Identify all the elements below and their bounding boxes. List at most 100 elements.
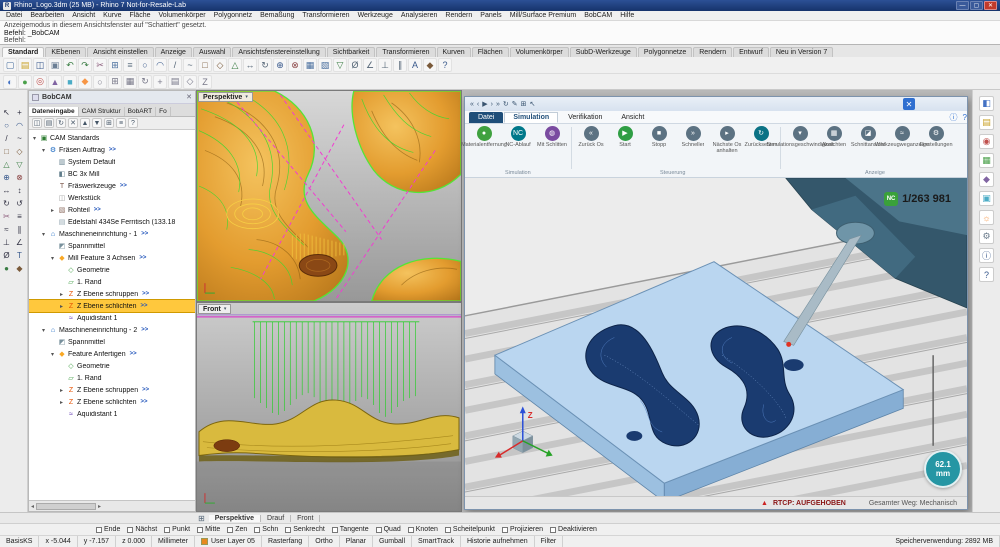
toolbar-icon[interactable]: ▤ [18, 58, 32, 72]
tree-item[interactable]: T Fräswerkzeuge >> [29, 180, 195, 192]
sim-quick-icon[interactable]: ✎ [512, 100, 518, 108]
tree-expand-icon[interactable]: ▾ [31, 135, 38, 142]
checkbox-icon[interactable] [332, 527, 338, 533]
tool-palette-icon[interactable]: + [13, 106, 26, 119]
machine-simulation-window[interactable]: «‹▶›»↻✎⊞↖ ✕ DateiSimulationVerifikationA… [464, 96, 968, 510]
toolbar-tab[interactable]: Flächen [472, 47, 509, 57]
menu-item[interactable]: Analysieren [397, 12, 442, 19]
tree-item[interactable]: ▸ Z Z Ebene schruppen >> [29, 384, 195, 396]
tool-palette-icon[interactable]: ≡ [13, 210, 26, 223]
tree-item-more[interactable]: >> [141, 231, 148, 237]
toolbar-icon[interactable]: ⊗ [288, 58, 302, 72]
osnap-toggle[interactable]: Quad [376, 526, 401, 533]
toolbar-tab[interactable]: Auswahl [193, 47, 231, 57]
checkbox-icon[interactable] [227, 527, 233, 533]
panel-toolbar-icon[interactable]: ↻ [56, 118, 66, 128]
menu-item[interactable]: Mill/Surface Premium [506, 12, 581, 19]
toolbar-icon[interactable]: ◠ [153, 58, 167, 72]
tree-item[interactable]: ▱ 1. Rand [29, 372, 195, 384]
toolbar-icon[interactable]: ≡ [123, 58, 137, 72]
toolbar-icon[interactable]: ✂ [93, 58, 107, 72]
tool-palette-icon[interactable]: △ [0, 158, 13, 171]
tool-palette-icon[interactable]: ↕ [13, 184, 26, 197]
tool-palette-icon[interactable]: ~ [13, 132, 26, 145]
sim-ribbon-button[interactable]: ■ Stopp [642, 126, 676, 148]
viewport-tab[interactable]: Perspektive [209, 515, 261, 522]
toolbar-icon[interactable]: + [153, 75, 167, 89]
menu-item[interactable]: Werkzeuge [354, 12, 397, 19]
tree-item[interactable]: ◇ Geometrie [29, 360, 195, 372]
sim-ribbon-button[interactable]: ◍ Mit Schlitten [535, 126, 569, 148]
osnap-toggle[interactable]: Deaktivieren [550, 526, 597, 533]
toolbar-icon[interactable]: ⊕ [273, 58, 287, 72]
cplane-selector[interactable]: BasisKS [0, 536, 39, 547]
toolbar-icon[interactable]: ◫ [33, 58, 47, 72]
sim-ribbon-button[interactable]: ≈ Werkzeugweganzeige [885, 126, 919, 148]
panel-horizontal-scrollbar[interactable]: ◂ ▸ [29, 500, 195, 511]
checkbox-icon[interactable] [127, 527, 133, 533]
viewport-front[interactable]: Front ▾ [196, 302, 462, 512]
checkbox-icon[interactable] [376, 527, 382, 533]
tree-item[interactable]: ▸ Z Z Ebene schlichten >> [29, 396, 195, 408]
toolbar-icon[interactable]: ▣ [48, 58, 62, 72]
status-toggle[interactable]: Planar [340, 536, 373, 547]
scroll-left-icon[interactable]: ◂ [31, 503, 34, 510]
tool-palette-icon[interactable]: ⊥ [0, 236, 13, 249]
toolbar-icon[interactable]: ◆ [423, 58, 437, 72]
sim-ribbon-button[interactable] [571, 127, 572, 169]
toolbar-tab[interactable]: Transformieren [376, 47, 435, 57]
osnap-toggle[interactable]: Knoten [408, 526, 438, 533]
osnap-toggle[interactable]: Punkt [164, 526, 190, 533]
sim-ribbon-button[interactable]: ▦ Ansichten [817, 126, 851, 148]
tool-palette-icon[interactable]: ↺ [13, 197, 26, 210]
sim-ribbon-button[interactable]: « Zurück Os [574, 126, 608, 148]
sim-quick-icon[interactable]: ↖ [530, 100, 536, 108]
toolbar-icon[interactable]: ⊥ [378, 58, 392, 72]
sim-ribbon-button[interactable]: ▸ Nächste Os anhalten [710, 126, 744, 154]
sim-ribbon-button[interactable]: ▾ Simulationsgeschwindigkeit [783, 126, 817, 148]
menu-item[interactable]: Ansicht [68, 12, 99, 19]
toolbar-icon[interactable]: ▤ [168, 75, 182, 89]
checkbox-icon[interactable] [254, 527, 260, 533]
checkbox-icon[interactable] [197, 527, 203, 533]
tree-expand-icon[interactable]: ▾ [40, 147, 47, 154]
status-toggle[interactable]: Rasterfang [262, 536, 309, 547]
checkbox-icon[interactable] [550, 527, 556, 533]
tree-item[interactable]: ≈ Äquidistant 1 [29, 408, 195, 420]
toolbar-tab[interactable]: Ansicht einstellen [87, 47, 153, 57]
tool-palette-icon[interactable]: ✂ [0, 210, 13, 223]
tool-palette-icon[interactable]: ↻ [0, 197, 13, 210]
menu-item[interactable]: Transformieren [298, 12, 353, 19]
toolbar-icon[interactable]: △ [228, 58, 242, 72]
tree-expand-icon[interactable]: ▾ [49, 255, 56, 262]
toolbar-icon[interactable]: ■ [63, 75, 77, 89]
menu-item[interactable]: Bemaßung [256, 12, 298, 19]
panel-toolbar-icon[interactable]: ≡ [116, 118, 126, 128]
toolbar-icon[interactable]: ◐ [3, 75, 17, 89]
toolbar-icon[interactable]: ∠ [363, 58, 377, 72]
dock-panel-icon[interactable]: ▤ [979, 115, 994, 130]
osnap-toggle[interactable]: Scheitelpunkt [445, 526, 495, 533]
tree-expand-icon[interactable]: ▸ [58, 303, 65, 310]
menu-item[interactable]: BobCAM [580, 12, 616, 19]
sim-tab[interactable]: Verifikation [559, 112, 611, 123]
sim-quick-icon[interactable]: « [470, 101, 474, 108]
toolbar-tab[interactable]: SubD-Werkzeuge [570, 47, 637, 57]
toolbar-icon[interactable]: / [168, 58, 182, 72]
viewport-grid-icon[interactable]: ⊞ [198, 514, 205, 523]
tree-expand-icon[interactable]: ▸ [49, 207, 56, 214]
sim-ribbon-button[interactable]: ● Materialentfernung [467, 126, 501, 148]
panel-toolbar-icon[interactable]: ▤ [44, 118, 54, 128]
osnap-toggle[interactable]: Mitte [197, 526, 220, 533]
toolbar-tab[interactable]: Neu in Version 7 [770, 47, 833, 57]
viewport-perspective[interactable]: Perspektive ▾ [196, 90, 462, 302]
viewport-tab[interactable]: Drauf [261, 515, 291, 522]
tool-palette-icon[interactable]: / [0, 132, 13, 145]
tool-palette-icon[interactable]: □ [0, 145, 13, 158]
tree-item-more[interactable]: >> [142, 291, 149, 297]
toolbar-icon[interactable]: ◇ [213, 58, 227, 72]
tree-item[interactable]: ▾ ◆ Mill Feature 3 Achsen >> [29, 252, 195, 264]
tree-item[interactable]: ▾ ▣ CAM Standards [29, 132, 195, 144]
toolbar-icon[interactable]: ⊞ [108, 75, 122, 89]
tree-item[interactable]: ▤ Edelstahl 434Se Ferritisch (133.18 [29, 216, 195, 228]
